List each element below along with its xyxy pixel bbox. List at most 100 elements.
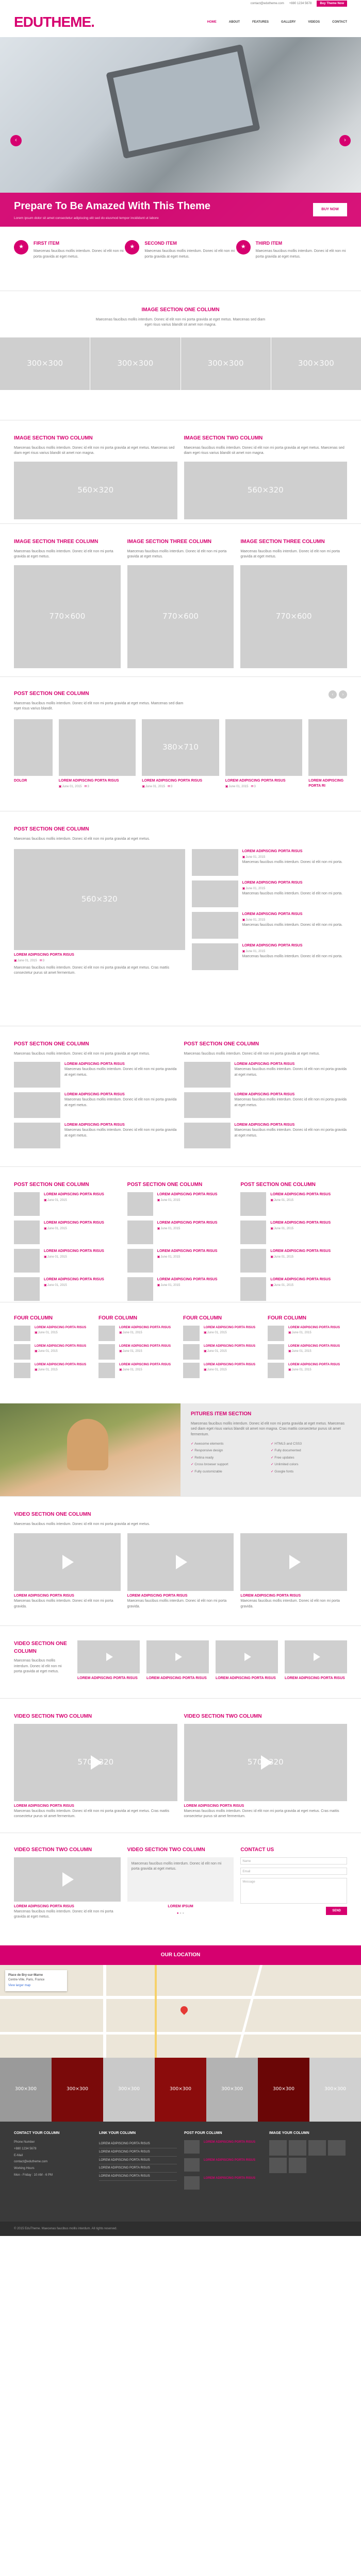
video-card[interactable]: LOREM ADIPISCING PORTA RISUS bbox=[146, 1640, 209, 1681]
nav-about[interactable]: ABOUT bbox=[229, 20, 240, 25]
gallery-image[interactable]: 300×300 bbox=[258, 2058, 309, 2122]
map[interactable]: Place de Bry-sur-Marne Centre-Ville, Par… bbox=[0, 1965, 361, 2058]
video-thumbnail[interactable] bbox=[240, 1533, 348, 1591]
gallery-image[interactable]: 300×300 bbox=[52, 2058, 103, 2122]
view-larger-map-link[interactable]: View larger map bbox=[8, 1984, 64, 1988]
post-title[interactable]: LOREM ADIPISCING PORTA RISUS bbox=[14, 953, 185, 958]
image-placeholder[interactable]: 560×320 bbox=[14, 461, 177, 519]
list-item[interactable]: LOREM ADIPISCING PORTA RISUS ▣June 01, 20… bbox=[268, 1344, 347, 1360]
gallery-image[interactable]: 300×300 bbox=[0, 2058, 52, 2122]
list-item[interactable]: LOREM ADIPISCING PORTA RISUS ▣June 01, 20… bbox=[183, 1325, 262, 1341]
nav-videos[interactable]: VIDEOS bbox=[308, 20, 320, 25]
map-pin-icon[interactable] bbox=[179, 2005, 189, 2015]
video-thumbnail[interactable] bbox=[127, 1533, 234, 1591]
list-item[interactable]: LOREM ADIPISCING PORTA RISUS ▣June 01, 20… bbox=[14, 1220, 121, 1244]
footer-post[interactable]: LOREM ADIPISCING PORTA RISUS bbox=[184, 2158, 262, 2172]
post-title[interactable]: LOREM ADIPISCING PORTA RISUS bbox=[225, 778, 303, 784]
list-item[interactable]: LOREM ADIPISCING PORTA RISUS ▣June 01, 20… bbox=[183, 1344, 262, 1360]
video-thumbnail[interactable] bbox=[77, 1640, 140, 1673]
nav-contact[interactable]: CONTACT bbox=[332, 20, 347, 25]
name-field[interactable]: Name bbox=[240, 1857, 348, 1865]
footer-image[interactable] bbox=[269, 2158, 287, 2174]
nav-features[interactable]: FEATURES bbox=[252, 20, 269, 25]
buy-theme-button[interactable]: Buy Theme Now bbox=[317, 0, 347, 7]
post-card[interactable]: 380×710 LOREM ADIPISCING PORTA RISUS ▣Ju… bbox=[142, 719, 219, 789]
list-item[interactable]: LOREM ADIPISCING PORTA RISUS ▣June 01, 20… bbox=[240, 1277, 347, 1301]
footer-link[interactable]: LOREM ADIPISCING PORTA RISUS bbox=[99, 2164, 177, 2173]
video-thumbnail[interactable] bbox=[146, 1640, 209, 1673]
post-card[interactable]: DOLOR bbox=[14, 719, 53, 789]
video-card[interactable]: LOREM ADIPISCING PORTA RISUS bbox=[285, 1640, 347, 1681]
video-title[interactable]: LOREM ADIPISCING PORTA RISUS bbox=[184, 1804, 348, 1809]
image-placeholder[interactable]: 770×600 bbox=[240, 565, 348, 668]
video-card[interactable]: LOREM ADIPISCING PORTA RISUS bbox=[77, 1640, 140, 1681]
buy-now-button[interactable]: BUY NOW bbox=[313, 202, 347, 217]
slider-dots[interactable]: ● ● ● bbox=[127, 1911, 234, 1916]
list-item[interactable]: LOREM ADIPISCING PORTA RISUS Maecenas fau… bbox=[184, 1092, 348, 1118]
footer-image[interactable] bbox=[308, 2140, 326, 2156]
post-card[interactable]: LOREM ADIPISCING PORTA RISUS ▣June 01, 2… bbox=[58, 719, 136, 789]
image-placeholder[interactable]: 300×300 bbox=[180, 337, 271, 390]
video-title[interactable]: LOREM ADIPISCING PORTA RISUS bbox=[127, 1594, 234, 1599]
footer-image[interactable] bbox=[289, 2140, 306, 2156]
list-item[interactable]: LOREM ADIPISCING PORTA RISUS ▣June 01, 20… bbox=[14, 1248, 121, 1273]
list-item[interactable]: LOREM ADIPISCING PORTA RISUS ▣June 01, 20… bbox=[240, 1192, 347, 1216]
post-title[interactable]: DOLOR bbox=[14, 778, 53, 784]
gallery-image[interactable]: 300×300 bbox=[206, 2058, 258, 2122]
message-field[interactable]: Message bbox=[240, 1877, 348, 1904]
footer-link[interactable]: LOREM ADIPISCING PORTA RISUS bbox=[99, 2148, 177, 2157]
post-title[interactable]: LOREM ADIPISCING PORTA RI bbox=[308, 778, 347, 789]
gallery-image[interactable]: 300×300 bbox=[155, 2058, 206, 2122]
featured-post[interactable]: 560×320 LOREM ADIPISCING PORTA RISUS ▣Ju… bbox=[14, 849, 185, 976]
video-card[interactable]: LOREM ADIPISCING PORTA RISUS Maecenas fa… bbox=[14, 1533, 121, 1609]
image-placeholder[interactable]: 300×300 bbox=[271, 337, 361, 390]
list-item[interactable]: LOREM ADIPISCING PORTA RISUS Maecenas fau… bbox=[14, 1092, 177, 1118]
video-card[interactable]: LOREM ADIPISCING PORTA RISUS Maecenas fa… bbox=[240, 1533, 348, 1609]
list-item[interactable]: LOREM ADIPISCING PORTA RISUS ▣June 01, 20… bbox=[127, 1277, 234, 1301]
slider-next-button[interactable]: › bbox=[339, 135, 351, 146]
video-thumbnail[interactable] bbox=[285, 1640, 347, 1673]
list-item[interactable]: LOREM ADIPISCING PORTA RISUS ▣June 01, 20… bbox=[127, 1220, 234, 1244]
footer-post[interactable]: LOREM ADIPISCING PORTA RISUS bbox=[184, 2140, 262, 2154]
list-item[interactable]: LOREM ADIPISCING PORTA RISUS ▣June 01, 20… bbox=[14, 1325, 93, 1341]
carousel-next-button[interactable]: › bbox=[339, 690, 347, 699]
list-item[interactable]: LOREM ADIPISCING PORTA RISUS ▣June 01, 20… bbox=[14, 1344, 93, 1360]
post-title[interactable]: LOREM ADIPISCING PORTA RISUS bbox=[142, 778, 219, 784]
list-item[interactable]: LOREM ADIPISCING PORTA RISUS ▣June 01, 20… bbox=[127, 1248, 234, 1273]
logo[interactable]: EDUTHEME. bbox=[14, 12, 95, 33]
list-item[interactable]: LOREM ADIPISCING PORTA RISUS ▣June 01, 20… bbox=[268, 1325, 347, 1341]
side-post[interactable]: LOREM ADIPISCING PORTA RISUS ▣June 01, 20… bbox=[191, 849, 347, 876]
footer-link[interactable]: LOREM ADIPISCING PORTA RISUS bbox=[99, 2157, 177, 2165]
image-placeholder[interactable]: 560×320 bbox=[184, 461, 347, 519]
list-item[interactable]: LOREM ADIPISCING PORTA RISUS Maecenas fau… bbox=[184, 1062, 348, 1088]
footer-image[interactable] bbox=[269, 2140, 287, 2156]
footer-image[interactable] bbox=[289, 2158, 306, 2174]
side-post[interactable]: LOREM ADIPISCING PORTA RISUS ▣June 01, 20… bbox=[191, 943, 347, 970]
video-card[interactable]: LOREM ADIPISCING PORTA RISUS Maecenas fa… bbox=[127, 1533, 234, 1609]
image-placeholder[interactable]: 300×300 bbox=[0, 337, 90, 390]
list-item[interactable]: LOREM ADIPISCING PORTA RISUS ▣June 01, 20… bbox=[99, 1362, 178, 1378]
image-placeholder[interactable]: 300×300 bbox=[90, 337, 180, 390]
gallery-image[interactable]: 300×300 bbox=[309, 2058, 361, 2122]
image-placeholder[interactable]: 770×600 bbox=[127, 565, 234, 668]
video-thumbnail[interactable] bbox=[216, 1640, 278, 1673]
topbar-email[interactable]: contact@edutheme.com bbox=[251, 2, 284, 6]
list-item[interactable]: LOREM ADIPISCING PORTA RISUS ▣June 01, 20… bbox=[183, 1362, 262, 1378]
side-post[interactable]: LOREM ADIPISCING PORTA RISUS ▣June 01, 20… bbox=[191, 912, 347, 939]
send-button[interactable]: SEND bbox=[326, 1906, 348, 1916]
slider-prev-button[interactable]: ‹ bbox=[10, 135, 22, 146]
footer-link[interactable]: LOREM ADIPISCING PORTA RISUS bbox=[99, 2173, 177, 2181]
email-field[interactable]: Email bbox=[240, 1867, 348, 1875]
carousel-prev-button[interactable]: ‹ bbox=[329, 690, 337, 699]
nav-gallery[interactable]: GALLERY bbox=[281, 20, 296, 25]
post-card[interactable]: LOREM ADIPISCING PORTA RISUS ▣June 01, 2… bbox=[225, 719, 303, 789]
list-item[interactable]: LOREM ADIPISCING PORTA RISUS ▣June 01, 20… bbox=[99, 1344, 178, 1360]
list-item[interactable]: LOREM ADIPISCING PORTA RISUS ▣June 01, 20… bbox=[240, 1248, 347, 1273]
video-title[interactable]: LOREM ADIPISCING PORTA RISUS bbox=[240, 1594, 347, 1599]
post-title[interactable]: LOREM ADIPISCING PORTA RISUS bbox=[59, 778, 136, 784]
video-title[interactable]: LOREM ADIPISCING PORTA RISUS bbox=[14, 1594, 121, 1599]
image-placeholder[interactable]: 770×600 bbox=[14, 565, 121, 668]
video-title[interactable]: LOREM ADIPISCING PORTA RISUS bbox=[14, 1804, 177, 1809]
footer-image[interactable] bbox=[328, 2140, 346, 2156]
video-thumbnail[interactable]: 570×320 bbox=[14, 1723, 177, 1801]
